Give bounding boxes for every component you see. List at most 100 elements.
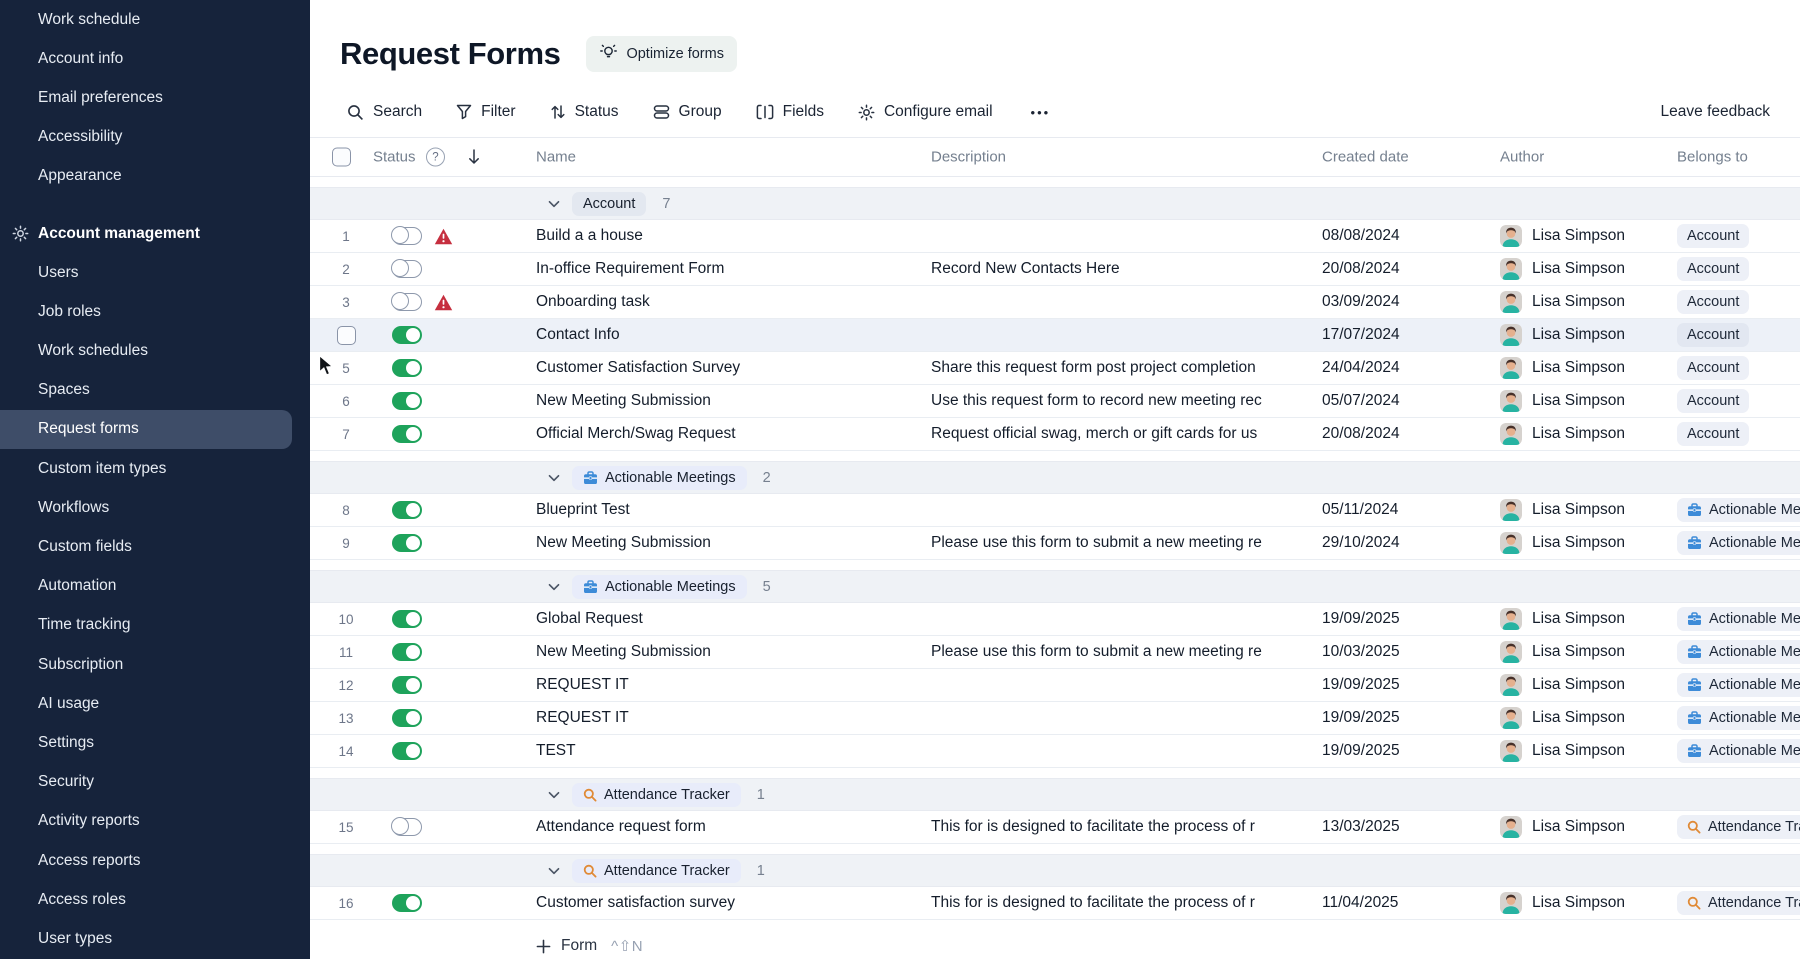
sidebar-item-activity-reports[interactable]: Activity reports (0, 802, 310, 841)
form-row[interactable]: 15Attendance request formThis for is des… (310, 811, 1800, 844)
belongs-to-cell: Attendance Tracker (1677, 811, 1800, 843)
leave-feedback-link[interactable]: Leave feedback (1661, 103, 1770, 121)
toolbar-fields-button[interactable]: Fields (756, 103, 824, 121)
sidebar-item-label: Subscription (38, 656, 123, 674)
form-row[interactable]: 14TEST19/09/2025Lisa SimpsonActionable M… (310, 735, 1800, 768)
sidebar-item-ai-usage[interactable]: AI usage (0, 684, 310, 723)
sidebar-item-email-preferences[interactable]: Email preferences (0, 78, 310, 117)
status-toggle-on[interactable] (392, 643, 422, 661)
form-row[interactable]: 2In-office Requirement FormRecord New Co… (310, 253, 1800, 286)
sidebar-item-work-schedules[interactable]: Work schedules (0, 332, 310, 371)
sidebar-item-users[interactable]: Users (0, 253, 310, 292)
status-toggle-on[interactable] (392, 894, 422, 912)
form-row[interactable]: 3Onboarding task03/09/2024Lisa SimpsonAc… (310, 286, 1800, 319)
status-toggle-on[interactable] (392, 534, 422, 552)
status-toggle-on[interactable] (392, 676, 422, 694)
form-name: New Meeting Submission (536, 385, 921, 417)
status-toggle-on[interactable] (392, 610, 422, 628)
status-toggle-on[interactable] (392, 501, 422, 519)
status-toggle-on[interactable] (392, 425, 422, 443)
chevron-down-icon[interactable] (548, 791, 560, 799)
sidebar-item-security[interactable]: Security (0, 763, 310, 802)
briefcase-icon (1687, 711, 1702, 725)
sidebar-item-label: Accessibility (38, 128, 122, 146)
status-toggle-off[interactable] (392, 260, 422, 278)
filter-icon (456, 104, 472, 120)
group-row-actionable-meetings-1[interactable]: Actionable Meetings2 (310, 461, 1800, 494)
toolbar-configure-email-button[interactable]: Configure email (858, 103, 993, 121)
magnifier-icon (583, 864, 597, 878)
sidebar-item-access-roles[interactable]: Access roles (0, 880, 310, 919)
add-form-button[interactable]: Form (536, 937, 597, 955)
group-row-actionable-meetings-2[interactable]: Actionable Meetings5 (310, 570, 1800, 603)
sidebar-item-time-tracking[interactable]: Time tracking (0, 606, 310, 645)
sidebar-item-user-types[interactable]: User types (0, 919, 310, 958)
toolbar-group-button[interactable]: Group (653, 103, 722, 121)
sidebar-item-settings[interactable]: Settings (0, 723, 310, 762)
chevron-down-icon[interactable] (548, 200, 560, 208)
form-row[interactable]: 7Official Merch/Swag RequestRequest offi… (310, 418, 1800, 451)
form-row[interactable]: 1Build a a house08/08/2024Lisa SimpsonAc… (310, 220, 1800, 253)
belongs-to-pill: Account (1677, 224, 1749, 248)
status-cell (392, 735, 422, 767)
sidebar-item-label: Account info (38, 50, 123, 68)
sidebar-section-account-management[interactable]: Account management (0, 214, 310, 253)
chevron-down-icon[interactable] (548, 583, 560, 591)
status-toggle-on[interactable] (392, 742, 422, 760)
toolbar-search-button[interactable]: Search (347, 103, 422, 121)
form-row[interactable]: Contact Info17/07/2024Lisa SimpsonAccoun… (310, 319, 1800, 352)
toolbar-filter-button[interactable]: Filter (456, 103, 515, 121)
toolbar-status-button[interactable]: Status (550, 103, 619, 121)
form-row[interactable]: 9New Meeting SubmissionPlease use this f… (310, 527, 1800, 560)
form-row[interactable]: 5Customer Satisfaction SurveyShare this … (310, 352, 1800, 385)
sidebar-item-automation[interactable]: Automation (0, 567, 310, 606)
status-toggle-on[interactable] (392, 326, 422, 344)
status-cell (392, 811, 422, 843)
warning-icon (434, 220, 453, 252)
row-checkbox[interactable] (337, 326, 356, 345)
sidebar-item-request-forms[interactable]: Request forms (0, 410, 292, 449)
select-all-checkbox[interactable] (332, 148, 351, 167)
status-toggle-on[interactable] (392, 359, 422, 377)
status-toggle-on[interactable] (392, 709, 422, 727)
briefcase-icon (1687, 503, 1702, 517)
form-row[interactable]: 11New Meeting SubmissionPlease use this … (310, 636, 1800, 669)
chevron-down-icon[interactable] (548, 867, 560, 875)
group-row-attendance-tracker-3[interactable]: Attendance Tracker1 (310, 778, 1800, 811)
form-name: Attendance request form (536, 811, 921, 843)
sidebar-item-account-info[interactable]: Account info (0, 39, 310, 78)
sidebar-item-subscription[interactable]: Subscription (0, 645, 310, 684)
fields-icon (756, 104, 774, 120)
sidebar-item-label: Activity reports (38, 812, 140, 830)
group-label: Account (583, 196, 635, 212)
sidebar-item-appearance[interactable]: Appearance (0, 157, 310, 196)
sidebar-item-custom-fields[interactable]: Custom fields (0, 527, 310, 566)
belongs-to-label: Actionable Meetings (1709, 677, 1800, 693)
group-row-account-0[interactable]: Account7 (310, 187, 1800, 220)
form-row[interactable]: 16Customer satisfaction surveyThis for i… (310, 887, 1800, 920)
sidebar-item-access-reports[interactable]: Access reports (0, 841, 310, 880)
form-row[interactable]: 10Global Request19/09/2025Lisa SimpsonAc… (310, 603, 1800, 636)
sidebar-item-job-roles[interactable]: Job roles (0, 292, 310, 331)
form-row[interactable]: 8Blueprint Test05/11/2024Lisa SimpsonAct… (310, 494, 1800, 527)
more-options-button[interactable]: ••• (1031, 105, 1051, 120)
sidebar-item-custom-item-types[interactable]: Custom item types (0, 449, 310, 488)
sidebar-item-work-schedule[interactable]: Work schedule (0, 0, 310, 39)
form-row[interactable]: 12REQUEST IT19/09/2025Lisa SimpsonAction… (310, 669, 1800, 702)
optimize-forms-button[interactable]: Optimize forms (586, 36, 737, 72)
sidebar-item-accessibility[interactable]: Accessibility (0, 118, 310, 157)
status-toggle-on[interactable] (392, 392, 422, 410)
sidebar-item-workflows[interactable]: Workflows (0, 488, 310, 527)
status-toggle-off[interactable] (392, 293, 422, 311)
chevron-down-icon[interactable] (548, 474, 560, 482)
author-name: Lisa Simpson (1532, 742, 1625, 760)
status-toggle-off[interactable] (392, 818, 422, 836)
author-name: Lisa Simpson (1532, 425, 1625, 443)
help-icon[interactable]: ? (426, 148, 445, 167)
sidebar-item-spaces[interactable]: Spaces (0, 371, 310, 410)
form-row[interactable]: 13REQUEST IT19/09/2025Lisa SimpsonAction… (310, 702, 1800, 735)
status-toggle-off[interactable] (392, 227, 422, 245)
group-row-attendance-tracker-4[interactable]: Attendance Tracker1 (310, 854, 1800, 887)
form-row[interactable]: 6New Meeting SubmissionUse this request … (310, 385, 1800, 418)
sort-descending-icon[interactable] (468, 149, 480, 166)
